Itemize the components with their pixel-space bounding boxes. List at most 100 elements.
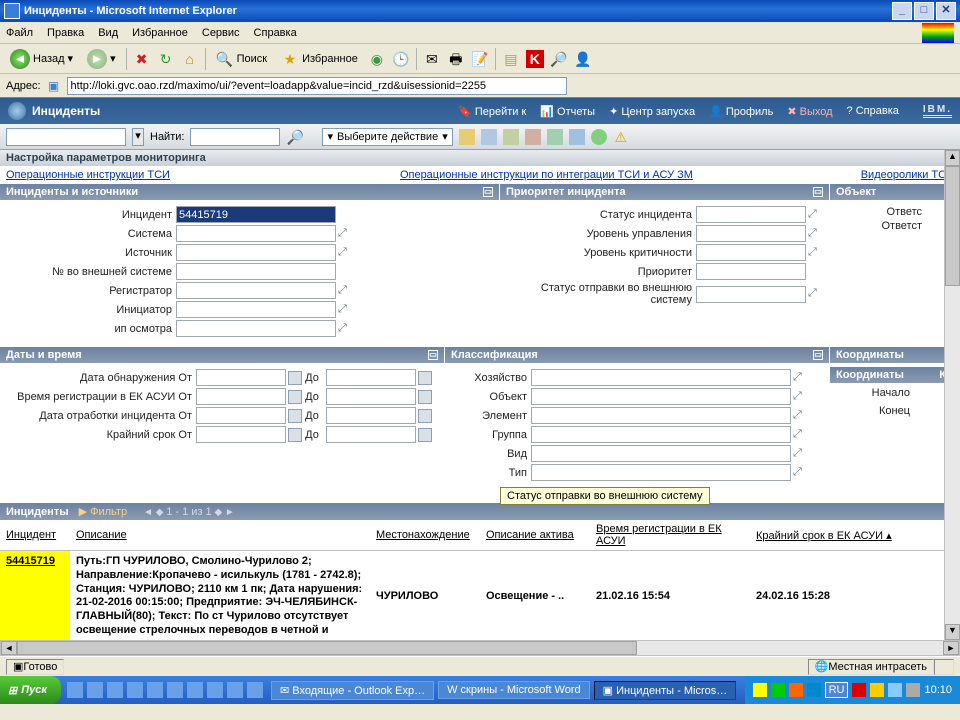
tray-icon[interactable]	[906, 683, 920, 697]
menu-fav[interactable]: Избранное	[132, 27, 188, 39]
registrar-input[interactable]	[176, 282, 336, 299]
ql-icon[interactable]	[127, 682, 143, 698]
select-action-dropdown[interactable]: ▾ Выберите действие ▾	[322, 128, 452, 146]
edit-icon[interactable]: 📝	[471, 50, 489, 68]
tb-route-icon[interactable]	[569, 129, 585, 145]
mail-icon[interactable]: ✉	[423, 50, 441, 68]
lookup-icon[interactable]: ⤢	[793, 466, 807, 480]
minimize-button[interactable]: _	[892, 2, 912, 20]
tb-status-icon[interactable]	[591, 129, 607, 145]
lang-indicator[interactable]: RU	[825, 682, 849, 698]
tray-icon[interactable]	[789, 683, 803, 697]
tb-prev-icon[interactable]	[525, 129, 541, 145]
menu-view[interactable]: Вид	[98, 27, 118, 39]
col-description[interactable]: Описание	[70, 520, 370, 551]
link-video-tsi[interactable]: Видеоролики ТСИ	[861, 169, 954, 181]
group-input[interactable]	[531, 426, 791, 443]
filter-button[interactable]: Фильтр	[90, 506, 127, 518]
regtime-to-input[interactable]	[326, 388, 416, 405]
source-lookup-icon[interactable]: ⤢	[338, 246, 352, 260]
nav-launch[interactable]: ✦ Центр запуска	[609, 105, 695, 118]
media-icon[interactable]: ◉	[368, 50, 386, 68]
col-deadline[interactable]: Крайний срок в ЕК АСУИ ▴	[750, 520, 960, 551]
incident-input[interactable]	[176, 206, 336, 223]
lookup-icon[interactable]: ⤢	[793, 390, 807, 404]
tray-icon[interactable]	[807, 683, 821, 697]
econ-input[interactable]	[531, 369, 791, 386]
tb-warning-icon[interactable]: ⚠	[613, 129, 629, 145]
scroll-up-icon[interactable]: ▲	[945, 150, 960, 166]
ql-icon[interactable]	[187, 682, 203, 698]
extno-input[interactable]	[176, 263, 336, 280]
initiator-lookup-icon[interactable]: ⤢	[338, 303, 352, 317]
kind-input[interactable]	[531, 445, 791, 462]
tray-icon[interactable]	[852, 683, 866, 697]
tb-next-icon[interactable]	[547, 129, 563, 145]
elem-input[interactable]	[531, 407, 791, 424]
nav-goto[interactable]: 🔖 Перейти к	[458, 105, 526, 118]
find-input[interactable]	[190, 128, 280, 146]
link-instr-integration[interactable]: Операционные инструкции по интеграции ТС…	[400, 169, 693, 181]
obj-input[interactable]	[531, 388, 791, 405]
tray-icon[interactable]	[888, 683, 902, 697]
nav-exit[interactable]: ✖ Выход	[787, 105, 832, 118]
clevel-lookup-icon[interactable]: ⤢	[808, 246, 822, 260]
nav-help[interactable]: ? Справка	[847, 105, 899, 117]
scroll-thumb[interactable]	[945, 166, 960, 286]
minimize-section-icon[interactable]: ▭	[813, 187, 823, 197]
refresh-icon[interactable]: ↻	[157, 50, 175, 68]
stop-icon[interactable]: ✖	[133, 50, 151, 68]
menu-help[interactable]: Справка	[254, 27, 297, 39]
tray-icon[interactable]	[771, 683, 785, 697]
minimize-section-icon[interactable]: ▭	[483, 187, 493, 197]
close-button[interactable]: ✕	[936, 2, 956, 20]
proc-from-input[interactable]	[196, 407, 286, 424]
sendstatus-input[interactable]	[696, 286, 806, 303]
ql-icon[interactable]	[67, 682, 83, 698]
type-input[interactable]	[531, 464, 791, 481]
address-input[interactable]	[67, 77, 567, 95]
lookup-icon[interactable]: ⤢	[793, 409, 807, 423]
status-lookup-icon[interactable]: ⤢	[808, 208, 822, 222]
registrar-lookup-icon[interactable]: ⤢	[338, 284, 352, 298]
kav-icon[interactable]: K	[526, 50, 544, 68]
minimize-section-icon[interactable]: ▭	[813, 350, 823, 360]
sendstatus-lookup-icon[interactable]: ⤢	[808, 287, 822, 301]
scroll-left-icon[interactable]: ◄	[1, 641, 17, 655]
clevel-input[interactable]	[696, 244, 806, 261]
calendar-icon[interactable]	[288, 390, 302, 404]
home-icon[interactable]: ⌂	[181, 50, 199, 68]
history-icon[interactable]: 🕒	[392, 50, 410, 68]
col-asset[interactable]: Описание актива	[480, 520, 590, 551]
nav-reports[interactable]: 📊 Отчеты	[540, 105, 595, 118]
print-icon[interactable]: 🖶	[447, 50, 465, 68]
deadline-from-input[interactable]	[196, 426, 286, 443]
menu-edit[interactable]: Правка	[47, 27, 84, 39]
tb-new-icon[interactable]	[459, 129, 475, 145]
cell-incident-id[interactable]: 54415719	[0, 551, 70, 641]
ql-icon[interactable]	[167, 682, 183, 698]
regtime-from-input[interactable]	[196, 388, 286, 405]
inspection-input[interactable]	[176, 320, 336, 337]
task-word[interactable]: W скрины - Microsoft Word	[438, 681, 590, 699]
calendar-icon[interactable]	[418, 371, 432, 385]
start-button[interactable]: ⊞Пуск	[0, 676, 61, 704]
find-icon[interactable]: 🔎	[286, 128, 304, 146]
calendar-icon[interactable]	[288, 371, 302, 385]
tb-clear-icon[interactable]	[503, 129, 519, 145]
ulevel-input[interactable]	[696, 225, 806, 242]
app-select-dropdown[interactable]: ▾	[132, 128, 144, 146]
forward-button[interactable]: ►▾	[83, 47, 120, 71]
tb-save-icon[interactable]	[481, 129, 497, 145]
minimize-section-icon[interactable]: ▭	[428, 350, 438, 360]
priority-input[interactable]	[696, 263, 806, 280]
calendar-icon[interactable]	[418, 428, 432, 442]
research-icon[interactable]: 🔎	[550, 50, 568, 68]
scroll-down-icon[interactable]: ▼	[945, 624, 960, 640]
ql-icon[interactable]	[87, 682, 103, 698]
task-ie-active[interactable]: ▣ Инциденты - Micros…	[594, 681, 737, 700]
lookup-icon[interactable]: ⤢	[793, 371, 807, 385]
calendar-icon[interactable]	[288, 409, 302, 423]
col-regtime[interactable]: Время регистрации в ЕК АСУИ	[590, 520, 750, 551]
system-input[interactable]	[176, 225, 336, 242]
